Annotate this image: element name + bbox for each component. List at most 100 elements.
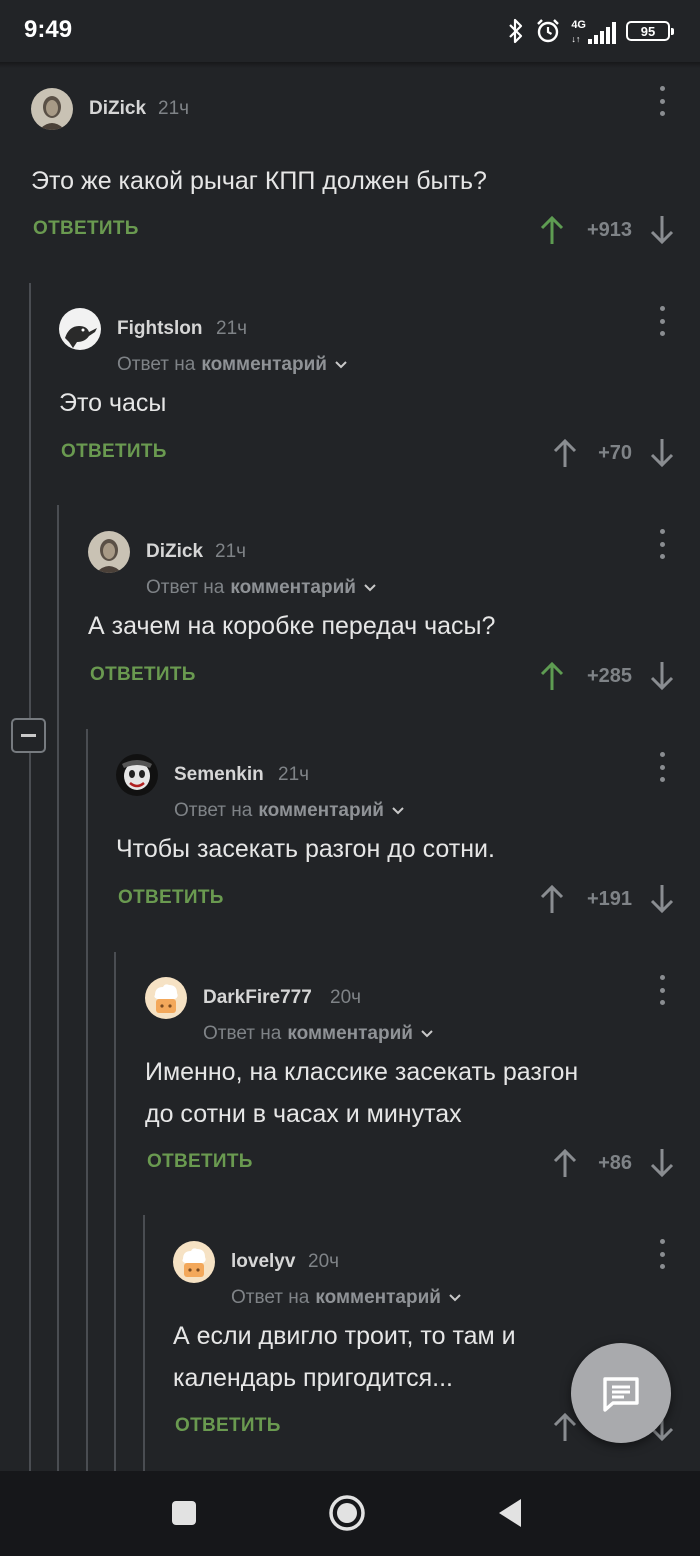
comment-text: Это часы — [59, 389, 167, 417]
more-options-icon[interactable] — [655, 523, 669, 565]
comment-author[interactable]: Semenkin — [174, 764, 264, 786]
comment-text: Чтобы засекать разгон до сотни. — [116, 835, 495, 863]
status-time: 9:49 — [24, 16, 73, 43]
recents-button[interactable] — [164, 1493, 204, 1533]
thread-line-level-2 — [57, 505, 59, 1471]
thread-line-level-5 — [143, 1215, 145, 1471]
comment-text-line: до сотни в часах и минутах — [145, 1100, 462, 1128]
comment: DiZick 21ч Ответ на комментарий А зачем … — [88, 529, 700, 701]
upvote-icon[interactable] — [539, 214, 565, 246]
avatar[interactable] — [59, 308, 101, 350]
comment-time: 21ч — [158, 98, 190, 119]
reply-button[interactable]: ОТВЕТИТЬ — [147, 1151, 253, 1173]
downvote-icon[interactable] — [649, 883, 675, 915]
more-options-icon[interactable] — [655, 300, 669, 342]
reply-button[interactable]: ОТВЕТИТЬ — [33, 218, 139, 240]
signal-group: 4G ↓↑ — [571, 18, 616, 44]
reply-to-link[interactable]: Ответ на комментарий — [231, 1287, 463, 1309]
home-button[interactable] — [327, 1493, 367, 1533]
bluetooth-icon — [509, 18, 523, 44]
reply-to-prefix: Ответ на — [203, 1023, 282, 1044]
status-icons: 4G ↓↑ 95 — [507, 14, 674, 48]
comment-icon — [603, 1377, 639, 1412]
comment-rating: +913 — [586, 219, 632, 241]
comment-author[interactable]: Fightslon — [117, 318, 202, 340]
more-options-icon[interactable] — [655, 1233, 669, 1275]
upvote-icon[interactable] — [539, 660, 565, 692]
reply-to-target: комментарий — [258, 800, 384, 821]
reply-to-target: комментарий — [287, 1023, 413, 1044]
reply-to-target: комментарий — [315, 1287, 441, 1308]
comment-rating: +70 — [598, 442, 632, 464]
signal-icon — [588, 22, 616, 44]
avatar[interactable] — [31, 88, 73, 130]
more-options-icon[interactable] — [655, 746, 669, 788]
comment-fab-button[interactable] — [571, 1343, 671, 1443]
comment-text: Именно, на классике засекать разгон до с… — [145, 1051, 578, 1135]
comment: DiZick 21ч Это же какой рычаг КПП должен… — [31, 86, 700, 258]
downvote-icon[interactable] — [649, 214, 675, 246]
reply-to-link[interactable]: Ответ на комментарий — [174, 800, 406, 822]
default-avatar — [173, 1241, 215, 1283]
chevron-down-icon — [449, 1294, 461, 1302]
comment-text: Это же какой рычаг КПП должен быть? — [31, 167, 487, 195]
alarm-icon — [537, 19, 560, 43]
comment-author[interactable]: DiZick — [89, 98, 146, 120]
downvote-icon[interactable] — [649, 660, 675, 692]
avatar[interactable] — [88, 531, 130, 573]
reply-to-link[interactable]: Ответ на комментарий — [146, 577, 378, 599]
thread-line-level-4 — [114, 952, 116, 1471]
back-triangle-icon — [499, 1499, 521, 1527]
collapse-thread-button[interactable] — [11, 718, 46, 753]
reply-button[interactable]: ОТВЕТИТЬ — [118, 887, 224, 909]
comment-text: А если двигло троит, то там и календарь … — [173, 1315, 516, 1399]
portrait-avatar — [31, 88, 73, 130]
recents-square-icon — [172, 1501, 196, 1525]
reply-to-link[interactable]: Ответ на комментарий — [117, 354, 349, 376]
comment-author[interactable]: lovelyv — [231, 1251, 295, 1273]
chevron-down-icon — [421, 1030, 433, 1038]
comment-text-line: Именно, на классике засекать разгон — [145, 1058, 579, 1086]
comment-text-line: календарь пригодится... — [173, 1364, 453, 1392]
avatar[interactable] — [173, 1241, 215, 1283]
more-options-icon[interactable] — [655, 80, 669, 122]
chevron-down-icon — [335, 361, 347, 369]
comment-text: А зачем на коробке передач часы? — [88, 612, 496, 640]
back-button[interactable] — [490, 1493, 530, 1533]
upvote-icon[interactable] — [552, 1411, 578, 1443]
comment-time: 21ч — [278, 764, 310, 785]
reply-to-link[interactable]: Ответ на комментарий — [203, 1023, 435, 1045]
comment: Fightslon 21ч Ответ на комментарий Это ч… — [59, 306, 700, 478]
more-options-icon[interactable] — [655, 969, 669, 1011]
comment-author[interactable]: DarkFire777 — [203, 987, 312, 1009]
reply-button[interactable]: ОТВЕТИТЬ — [175, 1415, 281, 1437]
upvote-icon[interactable] — [539, 883, 565, 915]
comment-time: 21ч — [215, 541, 247, 562]
portrait-avatar — [88, 531, 130, 573]
reply-button[interactable]: ОТВЕТИТЬ — [61, 441, 167, 463]
reply-to-target: комментарий — [230, 577, 356, 598]
chevron-down-icon — [364, 584, 376, 592]
thread-line-level-3 — [86, 729, 88, 1471]
comment-author[interactable]: DiZick — [146, 541, 203, 563]
system-nav-bar — [0, 1471, 700, 1556]
elephant-avatar — [59, 308, 101, 350]
reply-to-target: комментарий — [201, 354, 327, 375]
comment: Semenkin 21ч Ответ на комментарий Чтобы … — [116, 752, 700, 924]
default-avatar — [145, 977, 187, 1019]
chevron-down-icon — [392, 807, 404, 815]
battery-level: 95 — [640, 23, 656, 39]
clown-avatar — [116, 754, 158, 796]
network-type: 4G — [571, 19, 586, 31]
downvote-icon[interactable] — [649, 437, 675, 469]
avatar[interactable] — [116, 754, 158, 796]
reply-to-prefix: Ответ на — [231, 1287, 310, 1308]
battery-icon: 95 — [626, 21, 674, 41]
comment-time: 20ч — [308, 1251, 340, 1272]
downvote-icon[interactable] — [649, 1147, 675, 1179]
reply-to-prefix: Ответ на — [174, 800, 253, 821]
comment-time: 20ч — [330, 987, 362, 1008]
reply-button[interactable]: ОТВЕТИТЬ — [90, 664, 196, 686]
status-bar: 9:49 4G ↓↑ 95 — [0, 0, 700, 62]
avatar[interactable] — [145, 977, 187, 1019]
